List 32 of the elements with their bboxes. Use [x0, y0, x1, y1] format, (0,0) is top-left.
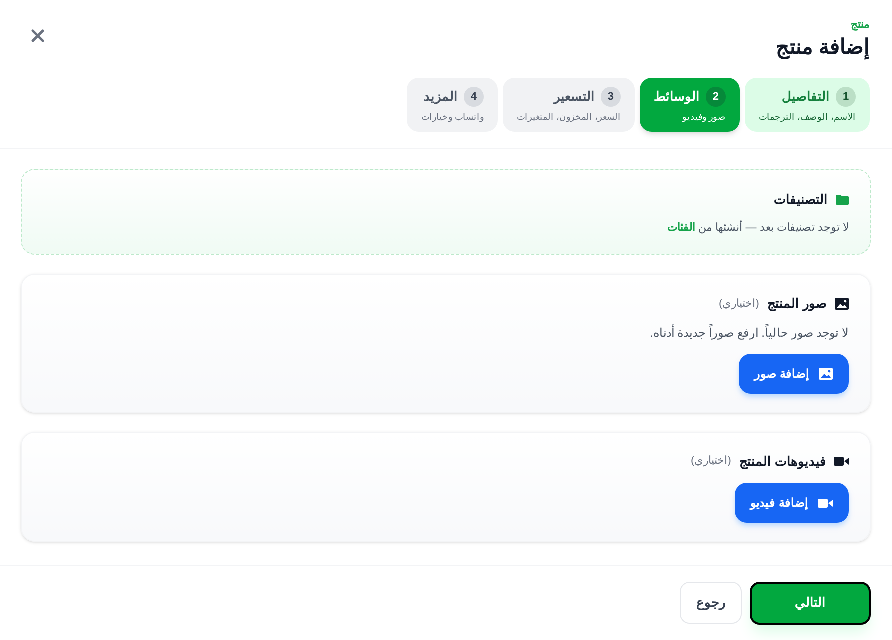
step-title: الوسائط	[654, 89, 700, 105]
optional-label: (اختياري)	[719, 296, 760, 312]
categories-message: لا توجد تصنيفات بعد — أنشئها من الفئات	[666, 220, 849, 236]
image-icon	[819, 368, 833, 380]
section-title: فيديوهات المنتج	[739, 452, 826, 471]
folder-icon	[836, 194, 849, 205]
back-button[interactable]: رجوع	[680, 582, 742, 624]
step-number: 2	[706, 87, 726, 107]
next-button[interactable]: التالي	[750, 582, 871, 624]
step-title: التفاصيل	[782, 89, 830, 105]
add-images-button[interactable]: إضافة صور	[738, 354, 849, 394]
close-icon	[31, 29, 45, 43]
step-number: 4	[464, 87, 484, 107]
empty-message: لا توجد صور حالياً. ارفع صوراً جديدة أدناه.	[650, 324, 849, 342]
add-video-button[interactable]: إضافة فيديو	[734, 483, 849, 523]
step-number: 1	[836, 87, 856, 107]
step-subtitle: السعر، المخزون، المتغيرات	[516, 111, 621, 123]
categories-link[interactable]: الفئات	[668, 222, 696, 234]
step-subtitle: الاسم، الوصف، الترجمات	[758, 111, 856, 123]
image-icon	[835, 298, 849, 310]
video-camera-icon	[818, 498, 833, 508]
step-title: التسعير	[554, 89, 595, 105]
section-title: صور المنتج	[767, 295, 827, 314]
section-title: التصنيفات	[774, 191, 828, 209]
step-number: 3	[600, 87, 621, 107]
dialog-title: إضافة منتج	[776, 35, 870, 62]
video-camera-icon	[834, 456, 849, 467]
optional-label: (اختياري)	[691, 454, 732, 469]
step-title: المزيد	[424, 89, 458, 105]
step-subtitle: واتساب وخيارات	[421, 111, 484, 123]
step-subtitle: صور وفيديو	[682, 111, 726, 123]
eyebrow-text: منتج	[851, 18, 870, 32]
